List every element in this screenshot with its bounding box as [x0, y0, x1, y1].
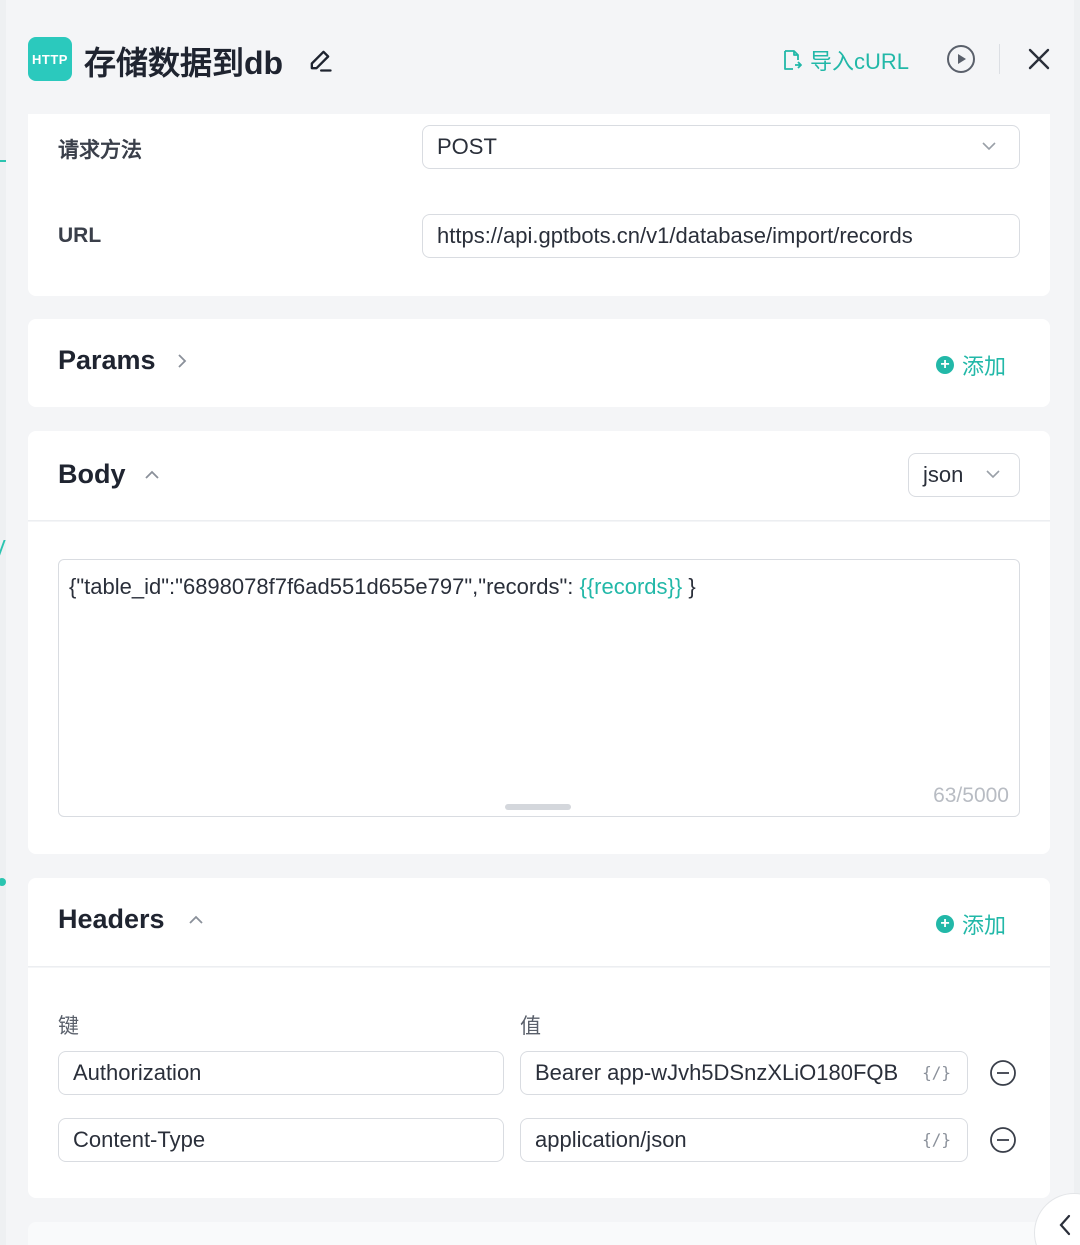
- header-value-text: application/json: [535, 1127, 687, 1152]
- method-label: 请求方法: [58, 139, 142, 162]
- http-node-panel: HTTP 存储数据到db 导入cURL 请求方法 POST URL https:…: [6, 0, 1074, 1245]
- close-icon[interactable]: [1026, 46, 1052, 72]
- body-textarea[interactable]: {"table_id":"6898078f7f6ad551d655e797","…: [58, 559, 1020, 817]
- url-input[interactable]: https://api.gptbots.cn/v1/database/impor…: [422, 214, 1020, 258]
- method-value: POST: [437, 134, 497, 159]
- chevron-left-icon: [1059, 1214, 1071, 1236]
- headers-add-label: 添加: [961, 913, 1006, 938]
- chevron-up-icon[interactable]: [188, 912, 204, 928]
- header-value-text: Bearer app-wJvh5DSnzXLiO180FQB: [535, 1060, 899, 1085]
- remove-row-icon[interactable]: [989, 1126, 1017, 1154]
- variable-insert-icon[interactable]: {/}: [922, 1130, 951, 1149]
- chevron-right-icon[interactable]: [174, 353, 190, 369]
- body-header-card: Body json: [28, 431, 1050, 521]
- resize-grip[interactable]: [505, 804, 571, 810]
- node-title: 存储数据到db: [84, 45, 284, 81]
- request-settings-card: 请求方法 POST URL https://api.gptbots.cn/v1/…: [28, 114, 1050, 296]
- body-content-card: {"table_id":"6898078f7f6ad551d655e797","…: [28, 522, 1050, 854]
- body-code-suffix: }: [682, 574, 696, 599]
- chevron-up-icon[interactable]: [144, 467, 160, 483]
- params-add-button[interactable]: + 添加: [935, 349, 1006, 381]
- body-code-prefix: {"table_id":"6898078f7f6ad551d655e797","…: [69, 574, 580, 599]
- headers-content-card: 键 值 Authorization Bearer app-wJvh5DSnzXL…: [28, 968, 1050, 1198]
- params-title[interactable]: Params: [58, 345, 156, 376]
- chevron-down-icon: [982, 142, 996, 151]
- params-add-label: 添加: [961, 354, 1006, 379]
- header-key-input[interactable]: Content-Type: [58, 1118, 504, 1162]
- body-code-variable: {{records}}: [579, 574, 683, 599]
- url-label: URL: [58, 224, 102, 247]
- method-select[interactable]: POST: [422, 125, 1020, 169]
- panel-header: HTTP 存储数据到db 导入cURL: [6, 0, 1074, 114]
- body-format-value: json: [923, 462, 964, 487]
- header-divider: [999, 44, 1000, 74]
- char-counter: 63/5000: [933, 784, 1009, 807]
- body-title[interactable]: Body: [58, 459, 126, 490]
- header-key-value: Content-Type: [73, 1127, 206, 1152]
- plus-circle-icon: +: [935, 915, 954, 933]
- body-code: {"table_id":"6898078f7f6ad551d655e797","…: [69, 574, 696, 600]
- variable-insert-icon[interactable]: {/}: [922, 1063, 951, 1082]
- remove-row-icon[interactable]: [989, 1059, 1017, 1087]
- url-value: https://api.gptbots.cn/v1/database/impor…: [437, 223, 913, 248]
- value-column-label: 值: [520, 1015, 541, 1038]
- edit-icon[interactable]: [306, 46, 334, 74]
- run-play-icon[interactable]: [946, 44, 976, 74]
- plus-circle-icon: +: [935, 356, 954, 374]
- http-badge: HTTP: [28, 37, 72, 81]
- import-curl-button[interactable]: 导入cURL: [782, 44, 909, 76]
- header-value-input[interactable]: application/json {/}: [520, 1118, 968, 1162]
- header-key-value: Authorization: [73, 1060, 202, 1085]
- headers-header-card: Headers + 添加: [28, 878, 1050, 967]
- import-curl-label: 导入cURL: [810, 49, 910, 74]
- canvas-edge-line: [0, 160, 6, 162]
- key-column-label: 键: [58, 1015, 79, 1038]
- body-format-select[interactable]: json: [908, 453, 1020, 497]
- params-card: Params + 添加: [28, 319, 1050, 407]
- chevron-down-icon: [986, 470, 1000, 479]
- next-section-edge: [28, 1222, 1050, 1245]
- import-file-icon: [784, 50, 802, 70]
- headers-title[interactable]: Headers: [58, 904, 165, 935]
- headers-add-button[interactable]: + 添加: [935, 908, 1006, 940]
- header-value-input[interactable]: Bearer app-wJvh5DSnzXLiO180FQB {/}: [520, 1051, 968, 1095]
- header-key-input[interactable]: Authorization: [58, 1051, 504, 1095]
